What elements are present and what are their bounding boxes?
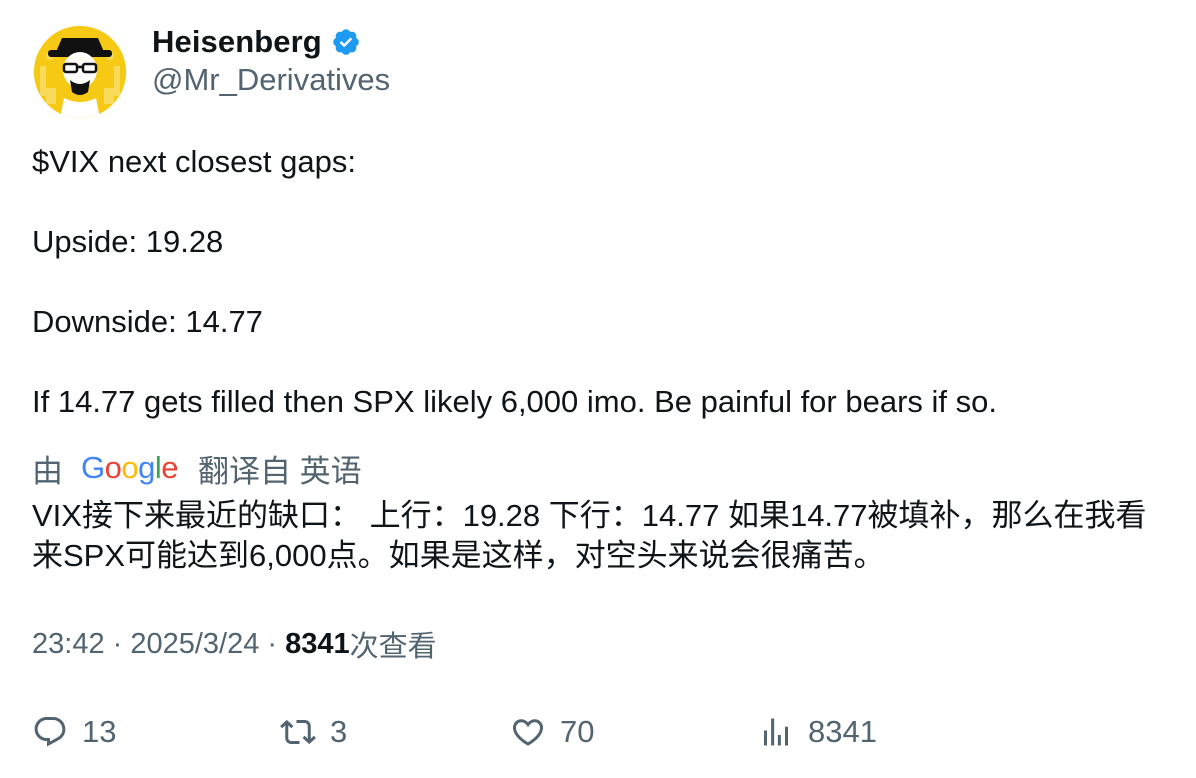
- meta-separator: ·: [104, 627, 131, 660]
- views-label: 次查看: [349, 631, 437, 663]
- views-count-action: 8341: [808, 714, 877, 749]
- views-button[interactable]: 8341: [758, 708, 877, 756]
- heisenberg-avatar-icon: [34, 26, 126, 118]
- tweet-meta: 23:42 · 2025/3/24 · 8341 次查看: [32, 624, 437, 664]
- tweet-line: $VIX next closest gaps:: [32, 144, 356, 179]
- meta-separator: ·: [259, 627, 286, 660]
- like-button[interactable]: 70: [510, 708, 594, 756]
- tweet-line: Upside: 19.28: [32, 224, 224, 259]
- repost-button[interactable]: 3: [280, 708, 347, 756]
- views-chart-icon: [764, 718, 788, 746]
- tweet-line-blank: [32, 262, 1172, 302]
- google-logo-icon: Google: [81, 450, 179, 485]
- tweet-text: $VIX next closest gaps: Upside: 19.28 Do…: [32, 142, 1172, 422]
- repost-icon: [280, 719, 316, 745]
- tweet-date[interactable]: 2025/3/24: [130, 628, 259, 661]
- tweet-line-blank: [32, 182, 1172, 222]
- translation-from-label: 翻译自 英语: [198, 453, 362, 489]
- repost-count: 3: [330, 714, 348, 749]
- heart-icon: [512, 719, 544, 746]
- action-bar: 13 3 70 8341: [32, 708, 1172, 756]
- verified-badge-icon[interactable]: [331, 27, 361, 57]
- reply-count: 13: [82, 714, 117, 749]
- tweet-time[interactable]: 23:42: [32, 628, 105, 661]
- reply-icon: [34, 717, 66, 747]
- translated-text: VIX接下来最近的缺口： 上行：19.28 下行：14.77 如果14.77被填…: [32, 498, 1147, 573]
- author-display-name[interactable]: Heisenberg: [152, 24, 322, 60]
- tweet-line-blank: [32, 342, 1172, 382]
- author-name-row: Heisenberg: [152, 22, 361, 62]
- translation-attribution[interactable]: 由 Google 翻译自 英语: [32, 446, 362, 490]
- views-count: 8341: [285, 627, 350, 660]
- tweet-line: If 14.77 gets filled then SPX likely 6,0…: [32, 384, 997, 419]
- author-handle[interactable]: @Mr_Derivatives: [152, 62, 390, 98]
- reply-button[interactable]: 13: [32, 708, 116, 756]
- avatar[interactable]: [34, 26, 126, 118]
- like-count: 70: [560, 714, 595, 749]
- tweet-line: Downside: 14.77: [32, 304, 263, 339]
- translation-by-label: 由: [32, 453, 63, 489]
